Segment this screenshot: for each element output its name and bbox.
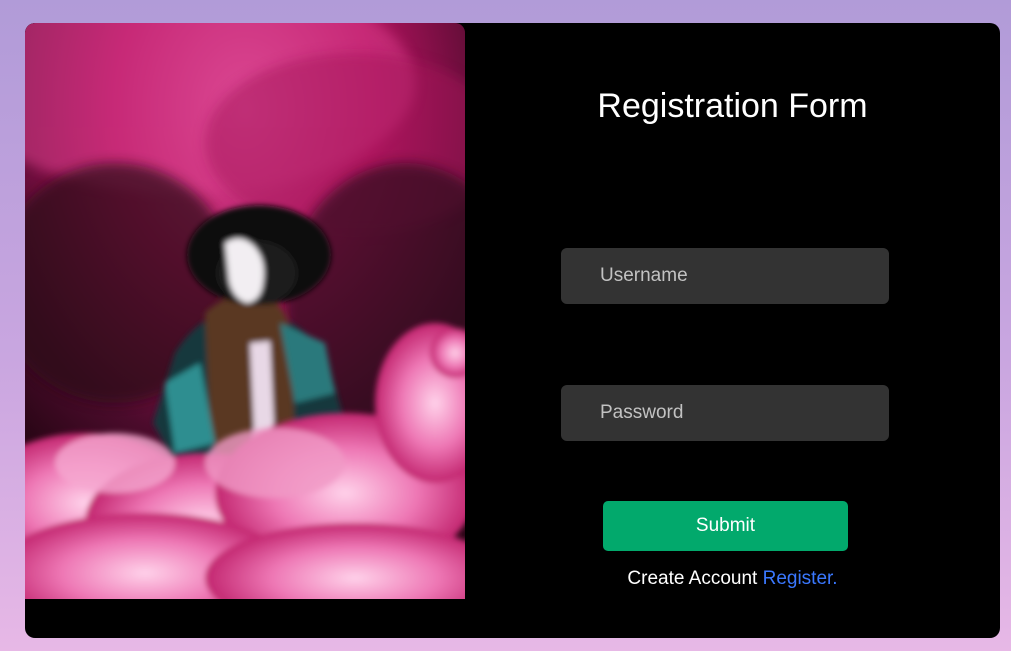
submit-button[interactable]: Submit [603,501,848,551]
create-account-text: Create Account [627,568,758,589]
username-input[interactable] [561,248,889,304]
password-input[interactable] [561,385,889,441]
login-form: Registration Form Submit Create Account … [465,23,1000,638]
form-title: Registration Form [597,87,868,125]
register-prompt: Create Account Register. [465,568,1000,590]
hero-image [25,23,465,599]
registration-card: Registration Form Submit Create Account … [25,23,1000,638]
register-link[interactable]: Register. [763,568,838,589]
